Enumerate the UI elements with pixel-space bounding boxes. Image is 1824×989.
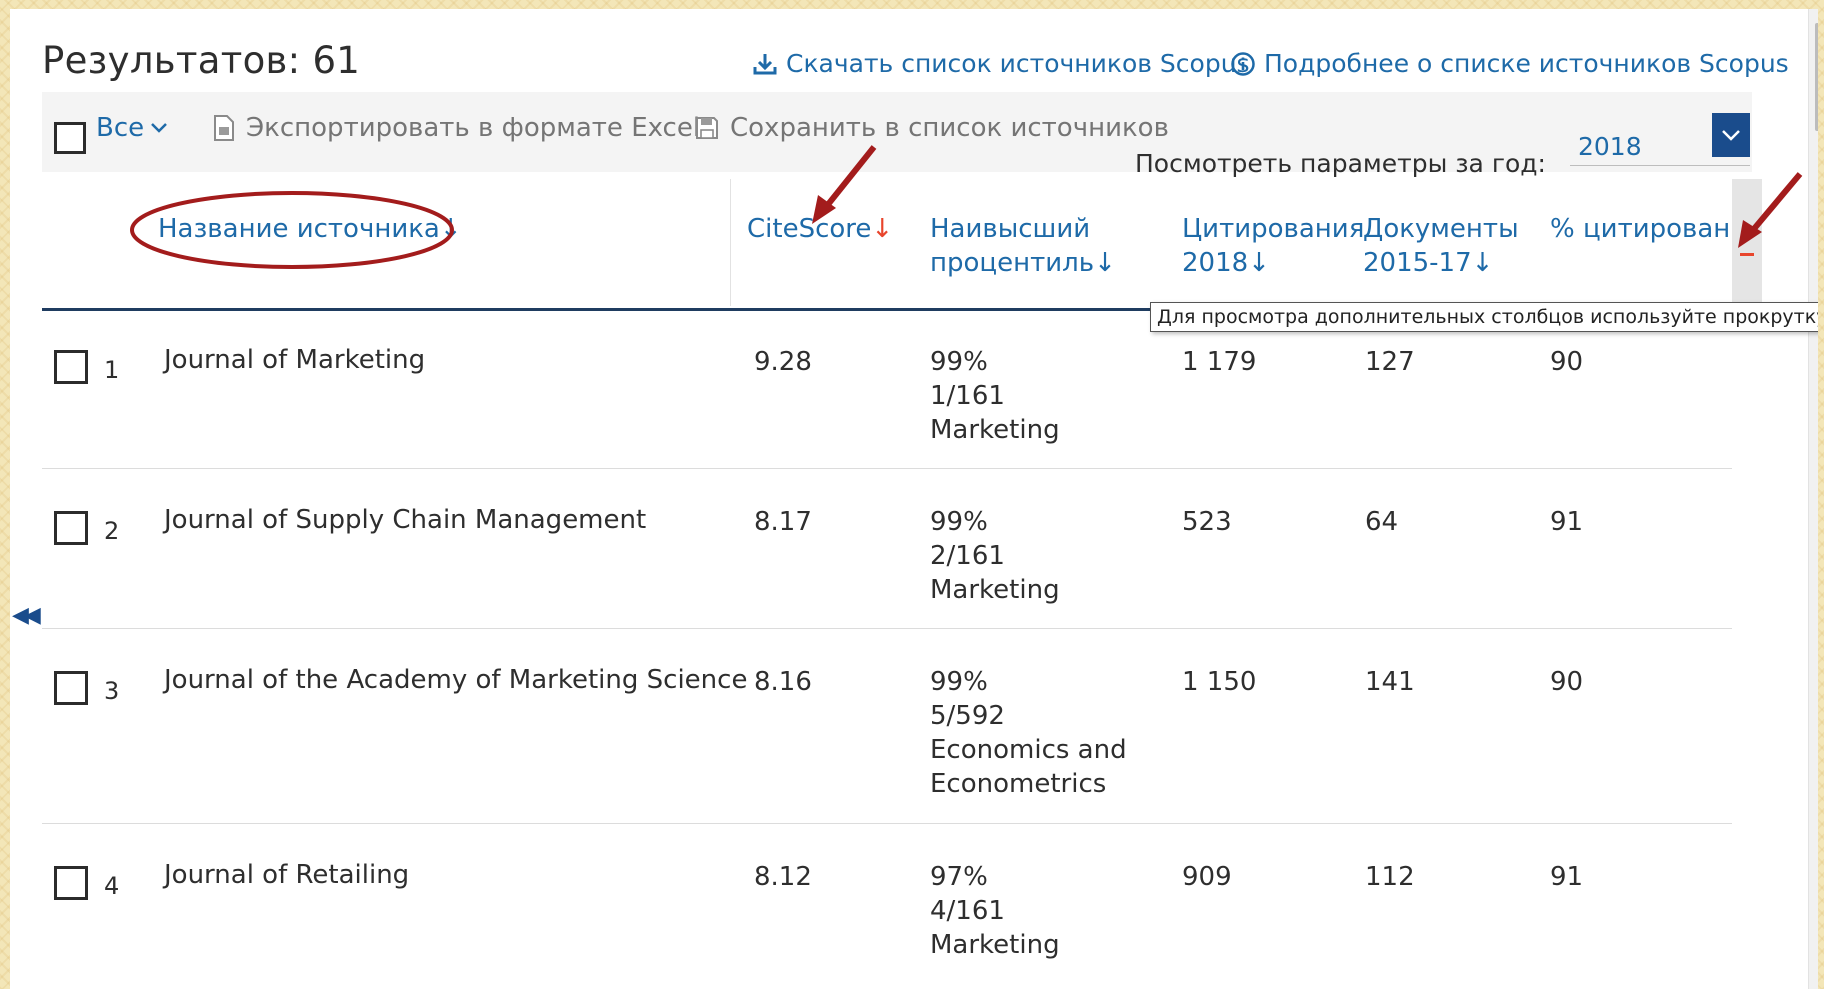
percentile-rank: 1/161 (930, 381, 1005, 411)
citations-value: 1 150 (1182, 667, 1257, 697)
source-title-link[interactable]: Journal of the Academy of Marketing Scie… (164, 665, 747, 695)
percentile-value: 99% (930, 507, 988, 537)
table-row: 3 Journal of the Academy of Marketing Sc… (42, 629, 1732, 824)
info-icon (1231, 51, 1255, 76)
sort-arrow-active-icon: ↓ (871, 214, 894, 244)
documents-value: 64 (1365, 507, 1399, 537)
citescore-value: 8.16 (754, 667, 812, 697)
percentile-cell: 99% 2/161 Marketing (930, 505, 1060, 607)
year-select[interactable]: 2018 (1570, 107, 1750, 166)
select-all-dropdown[interactable]: Все (96, 113, 168, 143)
chevron-down-icon (1722, 129, 1740, 141)
year-label: Посмотреть параметры за год: (1135, 149, 1546, 178)
source-title-link[interactable]: Journal of Retailing (164, 860, 409, 890)
percentile-value: 99% (930, 347, 988, 377)
column-documents-line1: Документы (1363, 214, 1519, 244)
column-divider (730, 179, 731, 306)
column-highest-percentile[interactable]: Наивысший процентиль↓ (930, 212, 1116, 280)
sort-arrow-icon: ↓ (1094, 248, 1116, 278)
save-to-list-button[interactable]: Сохранить в список источников (694, 113, 1169, 143)
download-sources-link[interactable]: Скачать список источников Scopus (752, 49, 1250, 78)
download-icon (753, 53, 777, 74)
about-sources-link[interactable]: Подробнее о списке источников Scopus (1230, 49, 1789, 78)
percentile-category: Economics and Econometrics (930, 735, 1127, 799)
column-citescore[interactable]: CiteScore↓ (747, 212, 893, 246)
percent-cited-value: 90 (1550, 347, 1584, 377)
column-citations[interactable]: Цитирования 2018↓ (1182, 212, 1364, 280)
percentile-rank: 2/161 (930, 541, 1005, 571)
column-documents[interactable]: Документы 2015-17↓ (1363, 212, 1519, 280)
percent-cited-value: 91 (1550, 507, 1584, 537)
save-to-list-label: Сохранить в список источников (730, 113, 1169, 143)
scroll-indicator-icon (1740, 253, 1754, 256)
row-checkbox[interactable] (54, 671, 88, 705)
documents-value: 141 (1365, 667, 1415, 697)
table-row: 4 Journal of Retailing 8.12 97% 4/161 Ma… (42, 824, 1732, 989)
column-scroll-handle[interactable] (1732, 179, 1762, 309)
scrollbar-thumb[interactable] (1815, 23, 1818, 131)
percentile-rank: 5/592 (930, 701, 1005, 731)
column-citescore-label: CiteScore (747, 214, 872, 244)
save-icon (696, 117, 718, 139)
select-all-label: Все (96, 113, 145, 143)
citations-value: 523 (1182, 507, 1232, 537)
column-citations-line1: Цитирования (1182, 214, 1365, 244)
excel-file-icon (214, 115, 234, 141)
table-row: 2 Journal of Supply Chain Management 8.1… (42, 469, 1732, 629)
year-dropdown-button[interactable] (1712, 113, 1750, 157)
about-sources-label: Подробнее о списке источников Scopus (1264, 49, 1789, 78)
column-percent-cited[interactable]: % цитирования (1550, 212, 1763, 246)
source-title-link[interactable]: Journal of Marketing (164, 345, 425, 375)
column-highest-percentile-line1: Наивысший (930, 214, 1091, 244)
citations-value: 1 179 (1182, 347, 1257, 377)
row-checkbox[interactable] (54, 511, 88, 545)
select-all-checkbox[interactable] (54, 122, 86, 154)
row-checkbox[interactable] (54, 350, 88, 384)
download-sources-label: Скачать список источников Scopus (786, 49, 1250, 78)
column-source-name[interactable]: Название источника↓ (158, 212, 462, 246)
percentile-value: 97% (930, 862, 988, 892)
percentile-category: Marketing (930, 415, 1060, 445)
page-scrollbar[interactable] (1808, 9, 1818, 989)
percent-cited-value: 91 (1550, 862, 1584, 892)
results-panel: Результатов: 61 Скачать список источнико… (10, 9, 1818, 989)
citescore-value: 8.17 (754, 507, 812, 537)
percentile-cell: 99% 5/592 Economics and Econometrics (930, 665, 1160, 801)
percentile-cell: 97% 4/161 Marketing (930, 860, 1060, 962)
documents-value: 112 (1365, 862, 1415, 892)
results-count: Результатов: 61 (42, 39, 361, 82)
column-percent-cited-label: % цитирования (1550, 214, 1763, 244)
column-documents-line2: 2015-17 (1363, 248, 1472, 278)
row-number: 1 (104, 356, 120, 384)
citations-value: 909 (1182, 862, 1232, 892)
year-value: 2018 (1578, 132, 1642, 161)
percentile-value: 99% (930, 667, 988, 697)
scroll-tooltip: Для просмотра дополнительных столбцов ис… (1150, 302, 1818, 332)
citescore-value: 8.12 (754, 862, 812, 892)
row-checkbox[interactable] (54, 866, 88, 900)
table-row: 1 Journal of Marketing 9.28 99% 1/161 Ma… (42, 311, 1732, 469)
percentile-rank: 4/161 (930, 896, 1005, 926)
column-highest-percentile-line2: процентиль (930, 248, 1095, 278)
export-excel-button[interactable]: Экспортировать в формате Excel (212, 113, 700, 143)
row-number: 3 (104, 677, 120, 705)
percent-cited-value: 90 (1550, 667, 1584, 697)
documents-value: 127 (1365, 347, 1415, 377)
sort-arrow-icon: ↓ (1471, 248, 1494, 278)
column-source-name-label: Название источника (158, 214, 440, 244)
percentile-category: Marketing (930, 575, 1060, 605)
citescore-value: 9.28 (754, 347, 812, 377)
source-title-link[interactable]: Journal of Supply Chain Management (164, 505, 646, 535)
chevron-down-icon (151, 123, 168, 133)
sort-arrow-icon: ↓ (439, 214, 462, 244)
percentile-cell: 99% 1/161 Marketing (930, 345, 1060, 447)
row-number: 2 (104, 517, 120, 545)
row-number: 4 (104, 872, 120, 900)
percentile-category: Marketing (930, 930, 1060, 960)
sort-arrow-icon: ↓ (1248, 248, 1270, 278)
collapse-panel-icon[interactable]: ◀◀ (12, 603, 41, 628)
export-excel-label: Экспортировать в формате Excel (246, 113, 701, 143)
column-citations-line2: 2018 (1182, 248, 1249, 278)
